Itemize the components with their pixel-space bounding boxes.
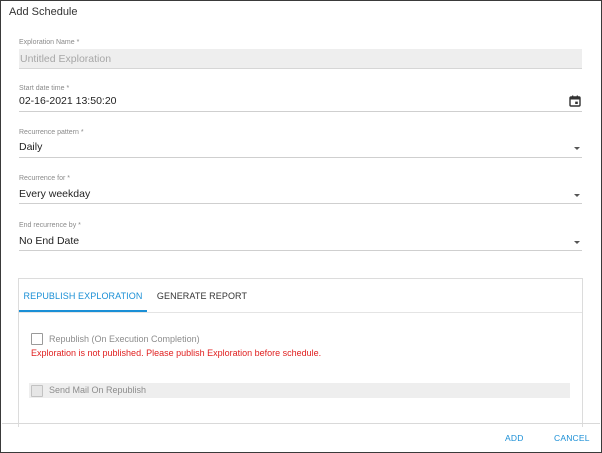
republish-checkbox[interactable] [31, 333, 43, 345]
exploration-name-field: Exploration Name * Untitled Exploration [19, 39, 582, 69]
add-schedule-dialog: Add Schedule Exploration Name * Untitled… [0, 0, 602, 453]
exploration-name-value: Untitled Exploration [20, 53, 112, 65]
chevron-down-icon[interactable] [574, 194, 580, 197]
recurrence-for-field[interactable]: Recurrence for * Every weekday [19, 175, 582, 205]
schedule-options-panel: REPUBLISH EXPLORATION GENERATE REPORT Re… [18, 278, 583, 427]
end-recurrence-underline [19, 250, 582, 251]
chevron-down-icon[interactable] [574, 147, 580, 150]
cancel-button[interactable]: CANCEL [554, 433, 590, 443]
recurrence-for-underline [19, 203, 582, 204]
end-recurrence-field[interactable]: End recurrence by * No End Date [19, 222, 582, 252]
footer-divider [2, 423, 600, 424]
republish-checkbox-label: Republish (On Execution Completion) [49, 334, 200, 344]
start-datetime-label: Start date time * [19, 85, 70, 92]
send-mail-checkbox[interactable] [31, 385, 43, 397]
tab-republish-exploration[interactable]: REPUBLISH EXPLORATION [19, 279, 147, 312]
start-datetime-underline [19, 111, 582, 112]
active-tab-indicator [19, 310, 147, 312]
dialog-title: Add Schedule [9, 6, 78, 18]
chevron-down-icon[interactable] [574, 241, 580, 244]
end-recurrence-label: End recurrence by * [19, 222, 81, 229]
start-datetime-field[interactable]: Start date time * 02-16-2021 13:50:20 [19, 85, 582, 113]
calendar-icon[interactable] [569, 95, 581, 107]
recurrence-for-value[interactable]: Every weekday [19, 188, 90, 200]
tab-divider [19, 312, 582, 313]
error-message: Exploration is not published. Please pub… [31, 348, 322, 358]
end-recurrence-value[interactable]: No End Date [19, 235, 79, 247]
tab-generate-report[interactable]: GENERATE REPORT [147, 279, 257, 312]
send-mail-row: Send Mail On Republish [29, 383, 570, 398]
exploration-name-label: Exploration Name * [19, 39, 80, 46]
recurrence-pattern-value[interactable]: Daily [19, 141, 42, 153]
recurrence-for-label: Recurrence for * [19, 175, 70, 182]
recurrence-pattern-underline [19, 157, 582, 158]
recurrence-pattern-label: Recurrence pattern * [19, 129, 84, 136]
start-datetime-value[interactable]: 02-16-2021 13:50:20 [19, 95, 117, 107]
recurrence-pattern-field[interactable]: Recurrence pattern * Daily [19, 129, 582, 159]
send-mail-label: Send Mail On Republish [49, 385, 147, 395]
exploration-name-input: Untitled Exploration [19, 49, 582, 69]
add-button[interactable]: ADD [505, 433, 524, 443]
